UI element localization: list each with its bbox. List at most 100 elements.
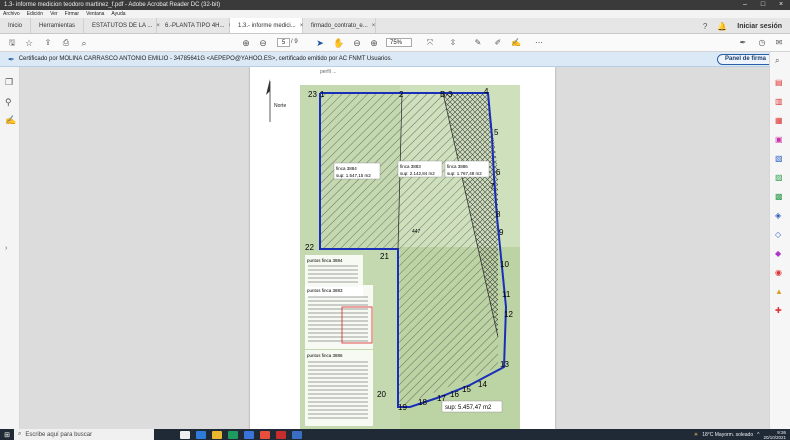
email-icon[interactable]: ✉ [773, 37, 785, 49]
menu-edicion[interactable]: Edición [27, 11, 43, 17]
menu-firmar[interactable]: Firmar [65, 11, 79, 17]
windows-start-icon[interactable]: ⊞ [0, 431, 14, 439]
scan-ocr-icon[interactable]: ▩ [775, 192, 783, 201]
save-icon[interactable]: 🖫 [6, 37, 18, 49]
export-pdf-icon[interactable]: ▤ [775, 78, 783, 87]
vertex-16: 16 [450, 390, 459, 399]
total-area: sup: 5.457,47 m2 [445, 405, 492, 411]
tab-doc-planta[interactable]: 6.-PLANTA TIPO 4H...× [157, 18, 232, 33]
sign-in-button[interactable]: Iniciar sesión [737, 23, 782, 30]
signature-panel-button[interactable]: Panel de firma [716, 54, 774, 65]
tab-tools[interactable]: Herramientas [31, 18, 85, 33]
bookmark-star-icon[interactable]: ☆ [23, 37, 35, 49]
menu-archivo[interactable]: Archivo [3, 11, 20, 17]
search-icon[interactable]: ⌕ [78, 37, 90, 49]
more-tools-icon[interactable]: ⋯ [533, 37, 545, 49]
vertex-14: 14 [478, 380, 487, 389]
search-icon: ⌕ [18, 431, 22, 437]
parcel-name: finca 3884 [336, 166, 357, 171]
page-up-icon[interactable]: ⊕ [240, 37, 252, 49]
cloud-upload-icon[interactable]: ⇪ [42, 37, 54, 49]
parcel-name: finca 3886 [447, 164, 468, 169]
vertex-b3: B-3 [440, 90, 453, 99]
page-thumbnails-icon[interactable]: ❐ [5, 77, 13, 88]
comment-icon[interactable]: ✎ [472, 37, 484, 49]
file-explorer-icon[interactable] [212, 430, 222, 439]
tab-home[interactable]: Inicio [0, 18, 32, 33]
task-view-icon[interactable] [180, 430, 190, 439]
tab-label: 6.-PLANTA TIPO 4H... [165, 22, 225, 29]
north-arrow: Norte [266, 79, 286, 122]
tab-doc-estatutos[interactable]: ESTATUTOS DE LA ... × [84, 18, 160, 33]
document-viewer[interactable]: perfil ... Norte finca 3884 sup: 1.547,1… [20, 67, 764, 429]
close-icon[interactable]: × [772, 0, 790, 10]
taskbar-search-box[interactable]: ⌕ Escribe aquí para buscar [14, 429, 154, 440]
system-tray: ☀ 18°C Mayorm. soleado ^ 9:36 20/10/2021 [694, 429, 786, 440]
chrome-icon[interactable] [260, 430, 270, 439]
help-icon[interactable]: ? [703, 22, 707, 31]
windows-taskbar: ⊞ ⌕ Escribe aquí para buscar ☀ 18°C Mayo… [0, 429, 790, 440]
vertex-15: 15 [462, 385, 471, 394]
sign-icon[interactable]: ✒ [737, 37, 749, 49]
vertex-4: 4 [484, 87, 489, 96]
draw-icon[interactable]: ✍ [510, 37, 522, 49]
protect-icon[interactable]: ◈ [775, 211, 781, 220]
signatures-icon[interactable]: ✍ [5, 115, 16, 126]
coord-table-3883: puntos finca 3883 [305, 285, 373, 349]
signature-notification-bar: ✒ Certificado por MOLINA CARRASCO ANTONI… [0, 52, 790, 67]
menu-ventana[interactable]: Ventana [86, 11, 104, 17]
menu-ayuda[interactable]: Ayuda [111, 11, 125, 17]
page-header-text: perfil ... [320, 69, 336, 75]
clock[interactable]: 9:36 20/10/2021 [763, 430, 786, 440]
comment-tool-icon[interactable]: ▣ [775, 135, 783, 144]
zoom-select[interactable]: 75% [386, 38, 412, 47]
outlook-icon[interactable] [292, 430, 302, 439]
window-title: 1.3- informe medicion teodoro martinez_f… [4, 2, 221, 8]
right-tools-rail: ⌕ ▤ ▥ ▦ ▣ ▧ ▨ ▩ ◈ ◇ ◆ ◉ ▲ ✚ [769, 52, 790, 429]
hand-tool-icon[interactable]: ✋ [333, 37, 345, 49]
signature-pen-icon: ✒ [8, 54, 15, 64]
combine-files-icon[interactable]: ▧ [775, 154, 783, 163]
search-icon[interactable]: ⌕ [775, 56, 779, 66]
zoom-in-icon[interactable]: ⊕ [368, 37, 380, 49]
fit-page-icon[interactable]: ⤧ [424, 37, 436, 49]
organize-pages-icon[interactable]: ▨ [775, 173, 783, 182]
chevron-up-icon[interactable]: ^ [757, 432, 759, 438]
coord-title: puntos finca 3883 [307, 288, 343, 293]
close-icon[interactable]: × [372, 23, 376, 29]
stamp-icon[interactable]: ▲ [775, 287, 783, 296]
page-down-icon[interactable]: ⊖ [257, 37, 269, 49]
parcel-area: sup: 2.142,84 m2 [400, 171, 435, 176]
vertex-7: 7 [490, 182, 495, 191]
word-icon[interactable] [244, 430, 254, 439]
edit-pdf-icon[interactable]: ▦ [775, 116, 783, 125]
send-review-icon[interactable]: ◆ [775, 249, 781, 258]
bell-icon[interactable]: 🔔 [717, 22, 727, 31]
redact-icon[interactable]: ◉ [775, 268, 782, 277]
coord-title: puntos finca 3884 [307, 258, 343, 263]
tab-label: 1.3.- informe medici... [238, 22, 296, 29]
excel-icon[interactable] [228, 430, 238, 439]
acrobat-icon[interactable] [276, 430, 286, 439]
weather-text[interactable]: 18°C Mayorm. soleado [702, 432, 753, 438]
panel-expand-icon[interactable]: › [5, 245, 7, 252]
minimize-icon[interactable]: – [736, 0, 754, 10]
zoom-out-icon[interactable]: ⊖ [351, 37, 363, 49]
tab-doc-informe[interactable]: 1.3.- informe medici... × [230, 18, 303, 33]
vertex-11: 11 [502, 290, 511, 299]
page-number-input[interactable]: 5 [277, 38, 290, 47]
create-pdf-icon[interactable]: ▥ [775, 97, 783, 106]
tab-doc-contrato[interactable]: firmado_contrato_e... × [303, 18, 377, 33]
select-cursor-icon[interactable]: ➤ [314, 37, 326, 49]
scroll-mode-icon[interactable]: ⇳ [447, 37, 459, 49]
signature-message: Certificado por MOLINA CARRASCO ANTONIO … [18, 56, 393, 62]
more-tools-icon[interactable]: ✚ [775, 306, 782, 315]
attachments-icon[interactable]: ⚲ [5, 97, 12, 108]
highlight-icon[interactable]: ✐ [492, 37, 504, 49]
edge-icon[interactable] [196, 430, 206, 439]
fill-sign-icon[interactable]: ◇ [775, 230, 781, 239]
print-icon[interactable]: ⎙ [60, 37, 72, 49]
menu-ver[interactable]: Ver [50, 11, 58, 17]
share-icon[interactable]: ◷ [756, 37, 768, 49]
maximize-icon[interactable]: □ [754, 0, 772, 10]
